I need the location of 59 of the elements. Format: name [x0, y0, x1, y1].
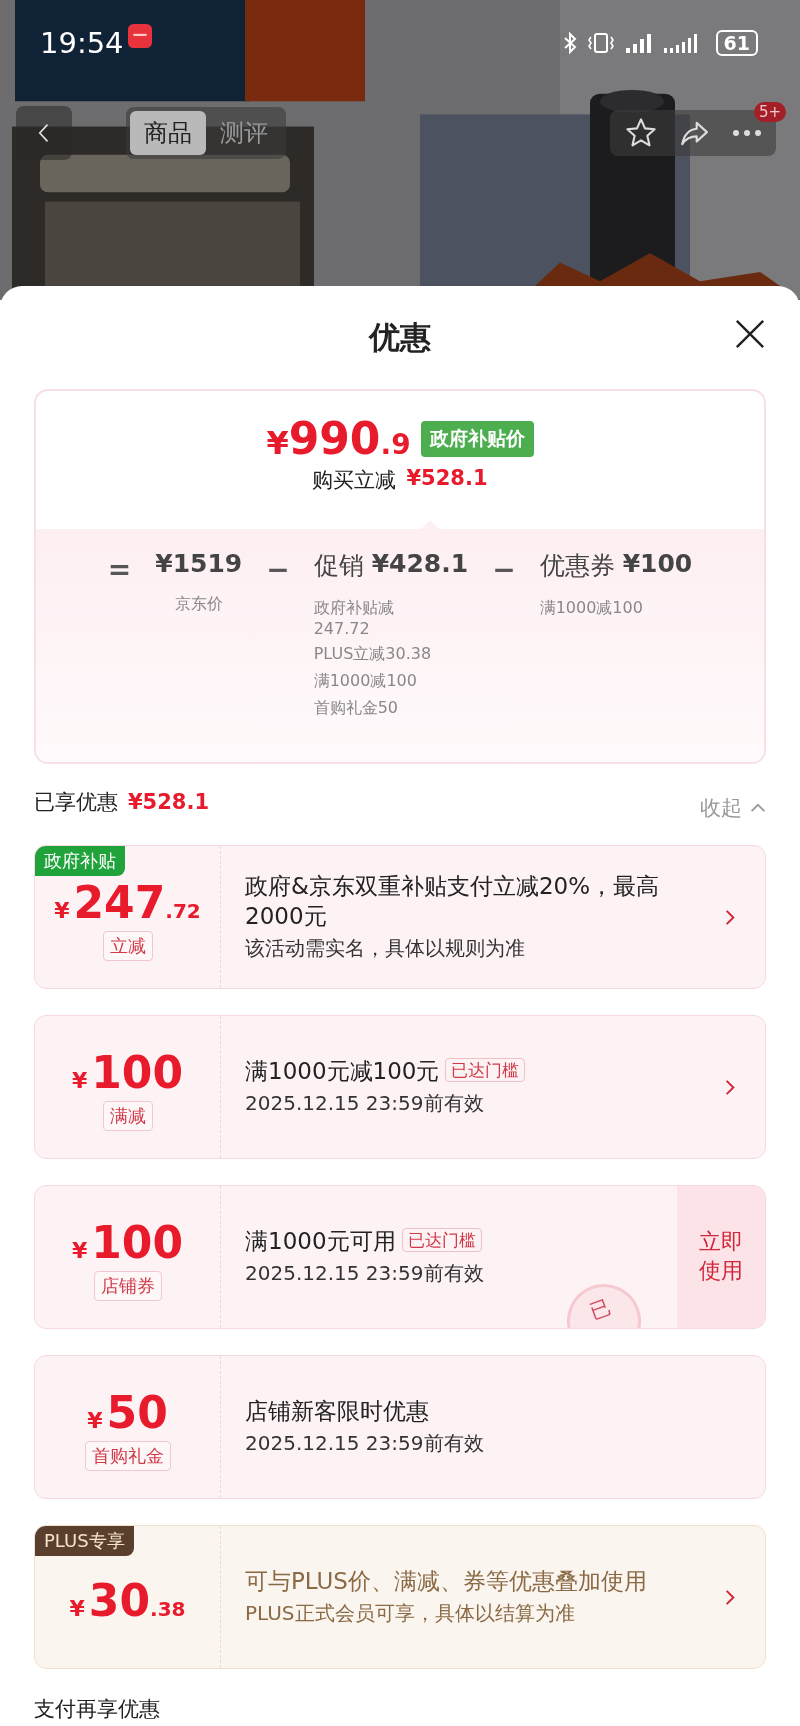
status-time: 19:54 [40, 26, 124, 60]
coupon-tag: PLUS专享 [35, 1526, 134, 1556]
coupon-type: 店铺券 [93, 1271, 162, 1301]
coupon-type: 满减 [102, 1101, 153, 1131]
coupon-amount: ¥50 [87, 1391, 168, 1435]
term-amount: ¥428.1 [371, 549, 469, 580]
chevron-left-icon [37, 122, 51, 144]
more-icon [732, 129, 762, 137]
threshold-badge: 已达门槛 [401, 1227, 482, 1252]
chevron-right-icon[interactable] [725, 1078, 735, 1096]
coupon-title: 店铺新客限时优惠 [245, 1397, 429, 1424]
saving-amount: ¥528.1 [406, 466, 488, 492]
chevron-right-icon[interactable] [725, 1588, 735, 1606]
enjoyed-label: 已享优惠 [34, 789, 118, 816]
term-note: 满1000减100 [539, 598, 644, 619]
collapse-toggle[interactable]: 收起 [700, 794, 766, 822]
use-now-button[interactable]: 立即使用 [677, 1186, 765, 1328]
coupon-type: 立减 [102, 931, 153, 961]
price-tag: 政府补贴价 [420, 420, 534, 457]
operator: = [107, 553, 132, 586]
coupon-subtitle: 该活动需实名，具体以规则为准 [245, 935, 526, 963]
caret-icon [750, 803, 766, 813]
coupon-subtitle: 2025.12.15 23:59前有效 [245, 1430, 485, 1458]
coupon-amount: ¥100 [71, 1221, 184, 1265]
signal-icon [623, 31, 654, 55]
coupon-subtitle: 2025.12.15 23:59前有效 [245, 1090, 485, 1118]
final-price: ¥990.9 [266, 413, 411, 464]
coupon-subtitle: PLUS正式会员可享，具体以结算为准 [245, 1600, 576, 1628]
tab[interactable]: 商品 [130, 111, 206, 155]
coupon-tag: 政府补贴 [35, 846, 125, 876]
section-heading: 支付再享优惠 [34, 1696, 161, 1723]
coupon-type: 首购礼金 [84, 1441, 171, 1471]
coupon-subtitle: 2025.12.15 23:59前有效 [245, 1260, 485, 1288]
term-amount: ¥100 [622, 549, 693, 580]
term-label: 促销 [313, 550, 364, 582]
term-note: 京东价 [174, 594, 223, 615]
tab[interactable]: 测评 [206, 111, 282, 155]
close-icon [734, 318, 766, 350]
term-amount: ¥1519 [155, 549, 243, 578]
threshold-badge: 已达门槛 [445, 1057, 526, 1082]
operator: − [266, 553, 290, 586]
term-note: PLUS立减30.38 [313, 644, 433, 665]
enjoyed-amount: ¥528.1 [128, 790, 210, 814]
coupon-amount: ¥247.72 [54, 881, 201, 925]
coupon-title: 政府&京东双重补贴支付立减20%，最高2000元 [245, 872, 660, 929]
coupon-amount: ¥30.38 [69, 1579, 186, 1623]
term-note: 满1000减100 [313, 671, 418, 692]
vibrate-icon [585, 31, 616, 55]
battery-indicator: 61 [715, 30, 758, 56]
coupon-amount: ¥100 [71, 1051, 184, 1095]
sheet-title: 优惠 [369, 317, 431, 357]
term-note: 首购礼金50 [313, 698, 400, 719]
coupon-title: 可与PLUS价、满减、券等优惠叠加使用 [245, 1567, 647, 1594]
chevron-right-icon[interactable] [725, 908, 735, 926]
term-note: 政府补贴减247.72 [313, 598, 395, 638]
app-icon [127, 24, 152, 48]
term-label: 优惠券 [539, 550, 615, 582]
saving-label: 购买立减 [312, 467, 397, 494]
operator: − [492, 553, 516, 586]
